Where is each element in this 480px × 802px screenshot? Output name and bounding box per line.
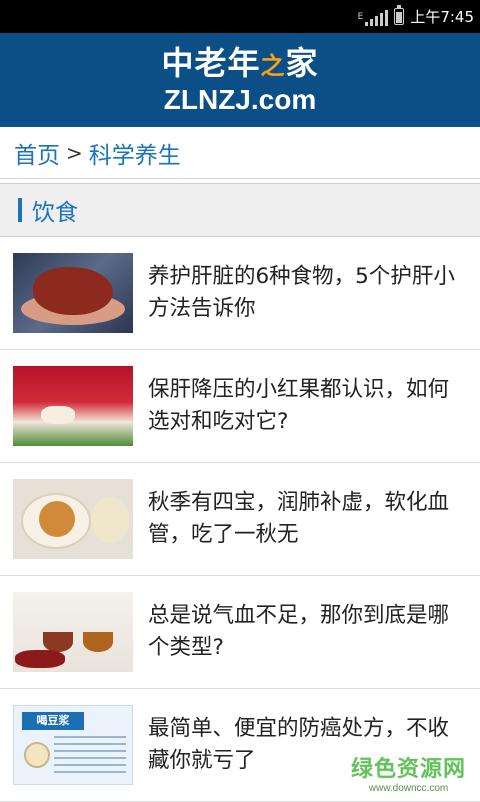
article-item[interactable]: 总是说气血不足，那你到底是哪个类型? xyxy=(0,576,480,689)
article-title: 保肝降压的小红果都认识，如何选对和吃对它? xyxy=(148,377,450,434)
breadcrumb-separator: > xyxy=(66,140,83,165)
logo-text-accent: 之 xyxy=(260,51,286,80)
tea-and-dates-thumbnail xyxy=(13,592,133,672)
watermark-url: www.downcc.com xyxy=(368,783,449,794)
logo-text-part2: 家 xyxy=(285,43,319,82)
goji-berries-thumbnail xyxy=(13,366,133,446)
status-bar: E 上午7:45 xyxy=(0,0,480,33)
network-type-indicator: E xyxy=(357,11,364,22)
site-domain: ZLNZJ.com xyxy=(163,83,317,115)
breadcrumb: 首页 > 科学养生 xyxy=(0,127,480,179)
watermark-brand: 绿色资源网 xyxy=(350,757,466,782)
thumbnail-label: 喝豆浆 xyxy=(22,712,84,730)
liver-hands-thumbnail xyxy=(13,253,133,333)
breadcrumb-current-link[interactable]: 科学养生 xyxy=(89,136,181,170)
article-title: 秋季有四宝，润肺补虚，软化血管，吃了一秋无 xyxy=(148,490,450,547)
article-title: 养护肝脏的6种食物，5个护肝小方法告诉你 xyxy=(148,264,455,321)
article-list: 养护肝脏的6种食物，5个护肝小方法告诉你 保肝降压的小红果都认识，如何选对和吃对… xyxy=(0,237,480,802)
breadcrumb-home-link[interactable]: 首页 xyxy=(14,136,60,170)
soy-milk-thumbnail: 喝豆浆 xyxy=(13,705,133,785)
article-item[interactable]: 养护肝脏的6种食物，5个护肝小方法告诉你 xyxy=(0,237,480,350)
battery-icon xyxy=(394,5,405,25)
section-marker xyxy=(18,198,22,222)
watermark: 绿色资源网 www.downcc.com xyxy=(351,751,466,794)
section-title: 饮食 xyxy=(32,200,78,226)
article-title: 总是说气血不足，那你到底是哪个类型? xyxy=(148,603,450,660)
article-item[interactable]: 保肝降压的小红果都认识，如何选对和吃对它? xyxy=(0,350,480,463)
logo-text-part1: 中老年 xyxy=(161,43,261,82)
section-header: 饮食 xyxy=(0,183,480,237)
status-time: 上午7:45 xyxy=(410,8,474,26)
stewed-pear-thumbnail xyxy=(13,479,133,559)
signal-strength-icon xyxy=(365,8,389,26)
site-logo[interactable]: 中老年之家 xyxy=(161,45,318,84)
site-header: 中老年之家 ZLNZJ.com xyxy=(0,33,480,127)
article-item[interactable]: 秋季有四宝，润肺补虚，软化血管，吃了一秋无 xyxy=(0,463,480,576)
